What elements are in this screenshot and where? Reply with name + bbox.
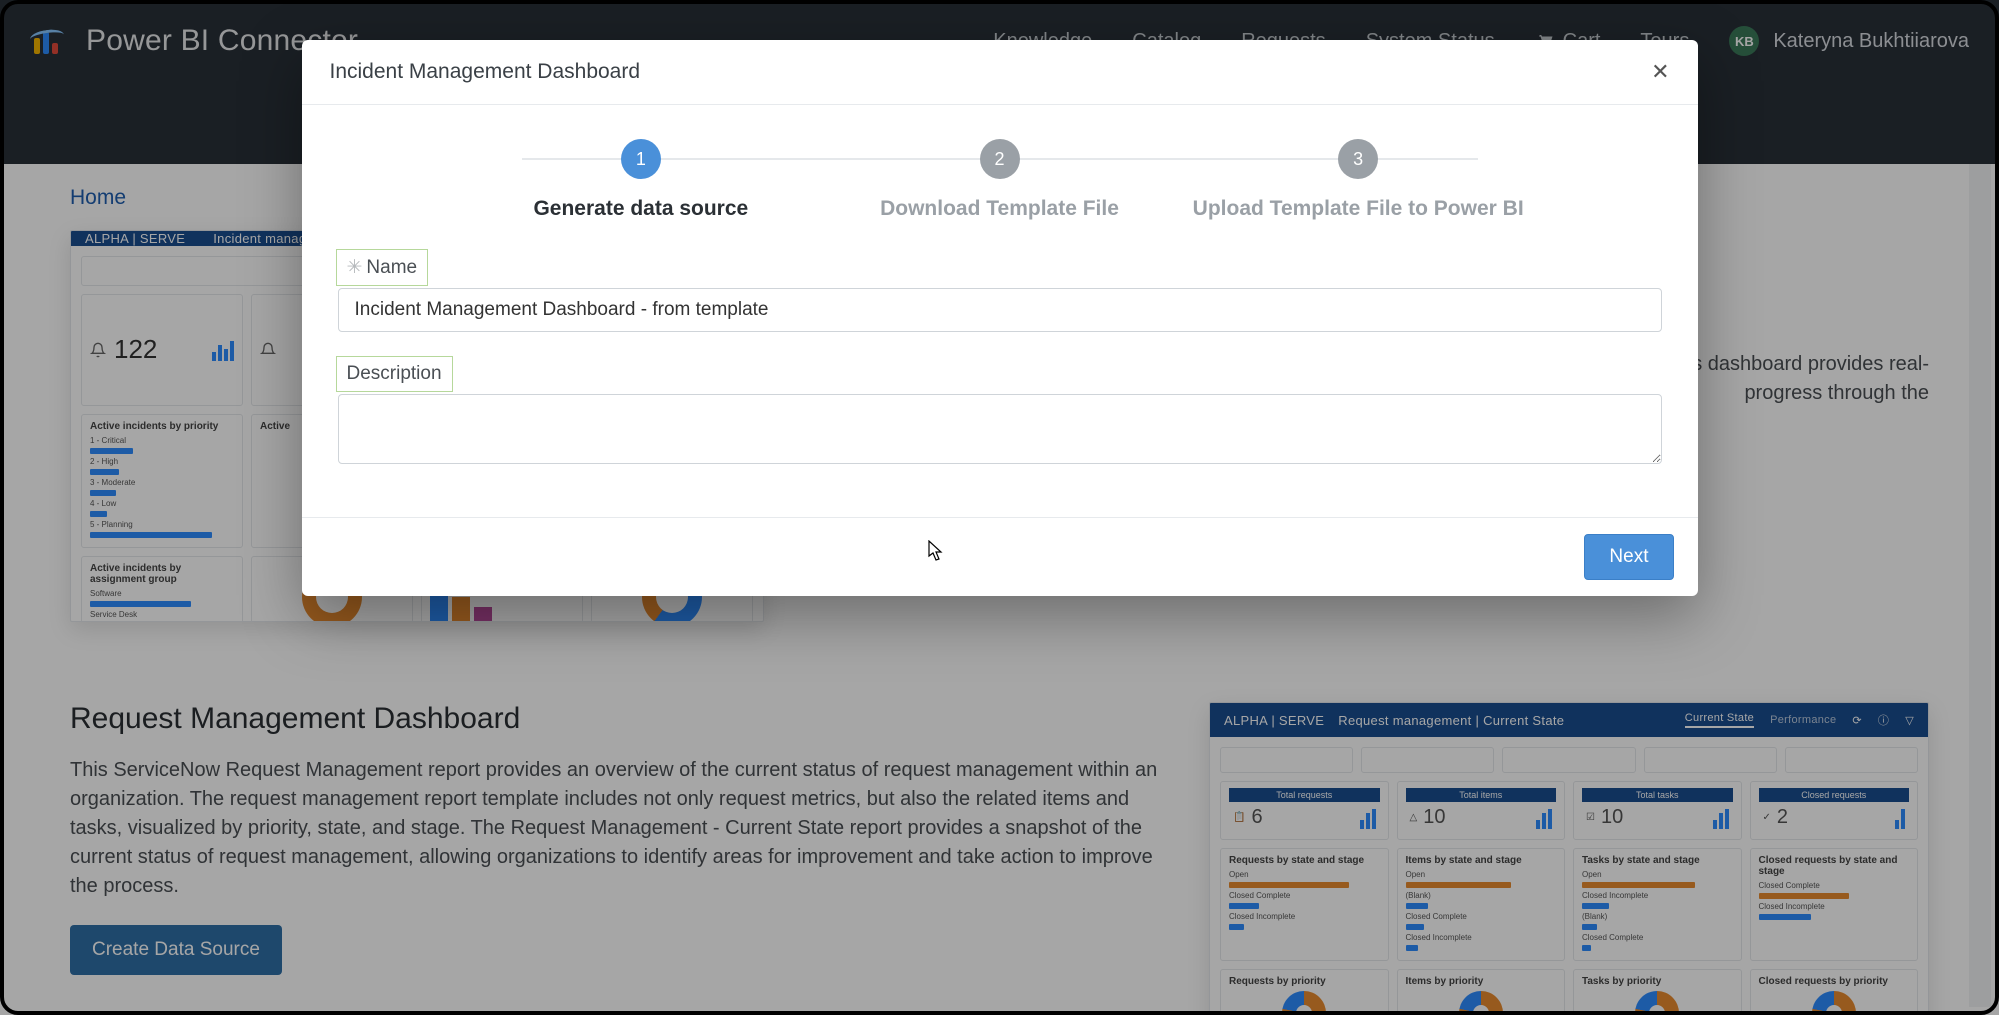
step-3[interactable]: 3 Upload Template File to Power BI [1179,139,1538,221]
name-label: ✳Name [336,249,429,286]
modal: Incident Management Dashboard ✕ 1 Genera… [302,40,1698,596]
step-2-label: Download Template File [880,197,1119,221]
step-1-label: Generate data source [533,197,748,221]
stepper: 1 Generate data source 2 Download Templa… [302,105,1698,243]
modal-body: ✳Name Description [302,243,1698,517]
required-star-icon: ✳ [347,257,363,278]
description-label: Description [336,356,453,392]
next-button[interactable]: Next [1584,534,1673,580]
close-button[interactable]: ✕ [1651,61,1669,83]
step-3-label: Upload Template File to Power BI [1193,197,1524,221]
modal-title: Incident Management Dashboard [330,60,641,84]
step-2-circle: 2 [980,139,1020,179]
modal-footer: Next [302,517,1698,596]
description-input[interactable] [338,394,1662,464]
modal-header: Incident Management Dashboard ✕ [302,40,1698,105]
cursor-icon [928,540,944,562]
close-icon: ✕ [1651,59,1669,84]
step-2[interactable]: 2 Download Template File [820,139,1179,221]
modal-overlay: Incident Management Dashboard ✕ 1 Genera… [0,0,1999,1015]
step-1[interactable]: 1 Generate data source [462,139,821,221]
name-field-wrap: ✳Name [338,247,1662,332]
description-field-wrap: Description [338,354,1662,469]
step-3-circle: 3 [1338,139,1378,179]
name-input[interactable] [338,288,1662,332]
step-1-circle: 1 [621,139,661,179]
